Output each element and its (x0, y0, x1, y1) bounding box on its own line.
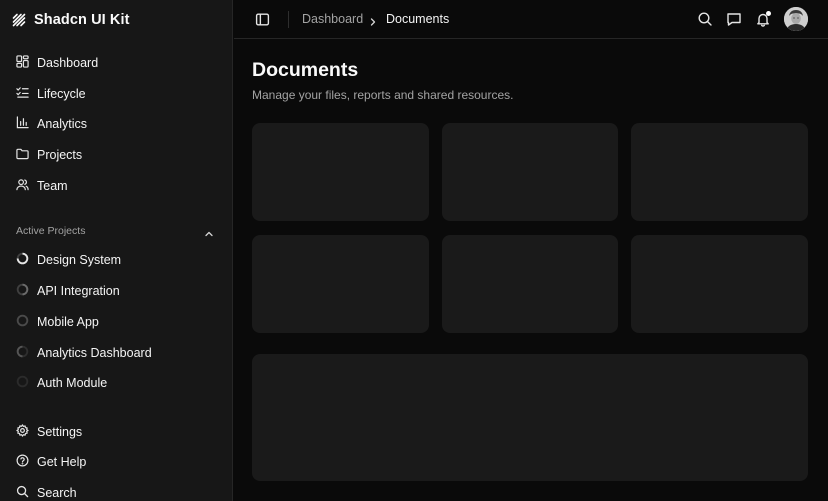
sidebar-item-label: Get Help (37, 455, 87, 469)
project-item-design-system[interactable]: Design System (8, 246, 225, 274)
notification-dot (766, 11, 771, 16)
sidebar-item-label: Settings (37, 425, 83, 439)
sidebar-item-analytics[interactable]: Analytics (8, 110, 225, 138)
folder-icon (16, 147, 29, 163)
sidebar-item-label: Dashboard (37, 56, 99, 70)
progress-ring-icon (16, 252, 29, 268)
logo-icon (12, 13, 26, 27)
chevron-up-icon[interactable] (203, 227, 215, 239)
project-item-api-integration[interactable]: API Integration (8, 277, 225, 305)
app-name: Shadcn UI Kit (34, 12, 130, 28)
document-card-placeholder[interactable] (442, 235, 618, 333)
document-card-placeholder[interactable] (631, 235, 808, 333)
chevron-right-icon (368, 14, 378, 26)
sidebar-item-search[interactable]: Search (8, 479, 225, 501)
sidebar-item-label: Lifecycle (37, 87, 86, 101)
sidebar-item-settings[interactable]: Settings (8, 418, 225, 446)
divider (288, 11, 289, 28)
message-icon[interactable] (726, 11, 742, 27)
gear-icon (16, 424, 29, 440)
users-icon (16, 178, 29, 194)
project-item-analytics-dashboard[interactable]: Analytics Dashboard (8, 339, 225, 367)
progress-ring-icon (16, 283, 29, 299)
progress-ring-icon (16, 345, 29, 361)
document-card-placeholder[interactable] (631, 123, 808, 221)
project-label: Mobile App (37, 315, 99, 329)
project-label: Analytics Dashboard (37, 346, 152, 360)
breadcrumb-dashboard[interactable]: Dashboard (302, 12, 363, 26)
project-label: Auth Module (37, 376, 108, 390)
brand[interactable]: Shadcn UI Kit (12, 9, 130, 31)
document-card-placeholder[interactable] (252, 123, 429, 221)
project-label: API Integration (37, 284, 120, 298)
breadcrumb-documents: Documents (386, 12, 450, 26)
sidebar-item-dashboard[interactable]: Dashboard (8, 49, 225, 77)
project-label: Design System (37, 253, 122, 267)
project-item-mobile-app[interactable]: Mobile App (8, 308, 225, 336)
sidebar-item-label: Search (37, 486, 77, 500)
project-item-auth-module[interactable]: Auth Module (8, 369, 225, 397)
bar-chart-icon (16, 116, 29, 132)
sidebar-item-label: Projects (37, 148, 83, 162)
progress-ring-icon (16, 314, 29, 330)
avatar[interactable] (784, 7, 808, 31)
page-subtitle: Manage your files, reports and shared re… (252, 88, 514, 102)
list-checks-icon (16, 86, 29, 102)
active-projects-label: Active Projects (16, 225, 86, 237)
document-card-placeholder[interactable] (442, 123, 618, 221)
progress-ring-icon (16, 375, 29, 391)
sidebar-item-team[interactable]: Team (8, 172, 225, 200)
dashboard-icon (16, 55, 29, 71)
sidebar-item-lifecycle[interactable]: Lifecycle (8, 80, 225, 108)
search-icon[interactable] (697, 11, 713, 27)
sidebar: Shadcn UI Kit Dashboard Lifecycle Analyt… (0, 0, 233, 501)
sidebar-item-label: Analytics (37, 117, 88, 131)
sidebar-toggle-icon[interactable] (255, 12, 270, 27)
help-circle-icon (16, 454, 29, 470)
document-panel-placeholder (252, 354, 808, 481)
sidebar-item-get-help[interactable]: Get Help (8, 448, 225, 476)
sidebar-item-projects[interactable]: Projects (8, 141, 225, 169)
document-card-placeholder[interactable] (252, 235, 429, 333)
page-title: Documents (252, 59, 359, 81)
sidebar-item-label: Team (37, 179, 68, 193)
search-icon (16, 485, 29, 501)
